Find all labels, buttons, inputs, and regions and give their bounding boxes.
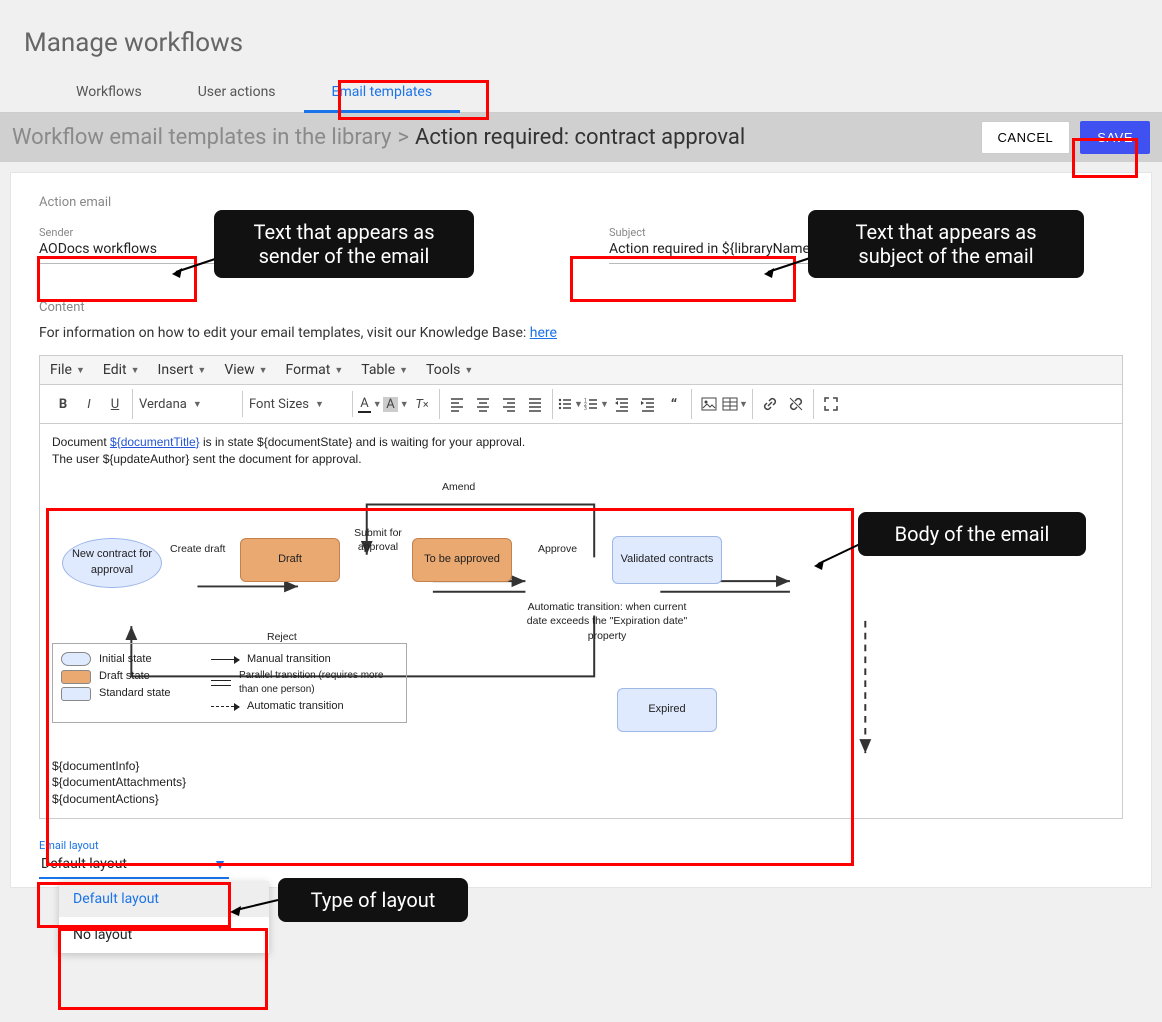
align-left-icon[interactable]: [444, 391, 470, 417]
body-line-2: The user ${updateAuthor} sent the docume…: [52, 451, 1110, 468]
number-list-icon[interactable]: 123▼: [583, 391, 609, 417]
body-line-1: Document ${documentTitle} is in state ${…: [52, 434, 1110, 451]
menu-view[interactable]: View▼: [224, 362, 267, 378]
indent-icon[interactable]: [635, 391, 661, 417]
align-center-icon[interactable]: [470, 391, 496, 417]
unlink-icon[interactable]: [783, 391, 809, 417]
breadcrumb-root[interactable]: Workflow email templates in the library: [12, 125, 391, 150]
tab-user-actions[interactable]: User actions: [170, 72, 304, 112]
text-color-icon[interactable]: A▼: [357, 391, 383, 417]
doc-title-token[interactable]: ${documentTitle}: [110, 435, 200, 449]
breadcrumb-current: Action required: contract approval: [415, 125, 745, 150]
clear-format-icon[interactable]: T×: [409, 391, 435, 417]
bold-icon[interactable]: B: [50, 391, 76, 417]
page-title: Manage workflows: [0, 0, 1162, 72]
help-text: For information on how to edit your emai…: [39, 325, 530, 341]
body-var-2: ${documentAttachments}: [52, 774, 1110, 791]
edge-amend: Amend: [442, 480, 475, 495]
tab-workflows[interactable]: Workflows: [48, 72, 170, 112]
edge-approve: Approve: [538, 542, 577, 557]
link-icon[interactable]: [757, 391, 783, 417]
node-expired: Expired: [617, 688, 717, 732]
fullscreen-icon[interactable]: [818, 391, 844, 417]
italic-icon[interactable]: I: [76, 391, 102, 417]
svg-text:3: 3: [584, 406, 587, 412]
blockquote-icon[interactable]: “: [661, 391, 687, 417]
align-justify-icon[interactable]: [522, 391, 548, 417]
menu-table[interactable]: Table▼: [361, 362, 408, 378]
menu-file[interactable]: File▼: [50, 362, 85, 378]
edge-submit: Submit for approval: [348, 526, 408, 555]
table-icon[interactable]: ▼: [722, 391, 748, 417]
cancel-button[interactable]: CANCEL: [981, 121, 1071, 154]
email-layout-label: Email layout: [39, 839, 229, 852]
node-new-contract: New contract for approval: [62, 538, 162, 588]
node-to-be-approved: To be approved: [412, 538, 512, 582]
email-layout-dropdown: Default layout No layout: [59, 881, 269, 953]
help-link[interactable]: here: [530, 325, 557, 341]
section-label: Action email: [39, 195, 1123, 210]
content-label: Content: [39, 300, 1123, 315]
menu-insert[interactable]: Insert▼: [158, 362, 207, 378]
callout-layout: Type of layout: [278, 878, 468, 922]
breadcrumb: Workflow email templates in the library …: [12, 125, 971, 150]
chevron-down-icon: ▼: [213, 856, 227, 873]
align-right-icon[interactable]: [496, 391, 522, 417]
breadcrumb-sep: >: [397, 125, 409, 150]
node-validated: Validated contracts: [612, 536, 722, 584]
editor-menubar: File▼ Edit▼ Insert▼ View▼ Format▼ Table▼…: [40, 356, 1122, 385]
underline-icon[interactable]: U: [102, 391, 128, 417]
callout-sender: Text that appears as sender of the email: [214, 210, 474, 278]
editor-toolbar: B I U Verdana▼ Font Sizes▼ A▼ A▼ T×: [40, 385, 1122, 424]
highlight-color-icon[interactable]: A▼: [383, 391, 409, 417]
diagram-legend: Initial state Draft state Standard state…: [52, 643, 407, 724]
image-icon[interactable]: [696, 391, 722, 417]
menu-edit[interactable]: Edit▼: [103, 362, 140, 378]
callout-body: Body of the email: [858, 512, 1086, 556]
outdent-icon[interactable]: [609, 391, 635, 417]
font-size-select[interactable]: Font Sizes▼: [243, 391, 353, 417]
email-layout-value: Default layout: [41, 856, 127, 872]
pointer-body: [812, 542, 862, 570]
subheader: Workflow email templates in the library …: [0, 113, 1162, 162]
editor: File▼ Edit▼ Insert▼ View▼ Format▼ Table▼…: [39, 355, 1123, 819]
body-var-3: ${documentActions}: [52, 791, 1110, 808]
tabs: Workflows User actions Email templates: [0, 72, 1162, 113]
tab-email-templates[interactable]: Email templates: [304, 72, 461, 112]
auto-transition-text: Automatic transition: when current date …: [522, 600, 692, 644]
pointer-sender: [170, 254, 220, 278]
menu-format[interactable]: Format▼: [286, 362, 344, 378]
email-layout-field: Email layout Default layout ▼ Default la…: [39, 839, 229, 879]
email-layout-select[interactable]: Default layout ▼: [39, 852, 229, 879]
bullet-list-icon[interactable]: ▼: [557, 391, 583, 417]
save-button[interactable]: SAVE: [1080, 121, 1150, 154]
edge-create-draft: Create draft: [170, 542, 225, 557]
node-draft: Draft: [240, 538, 340, 582]
layout-option-none[interactable]: No layout: [59, 917, 269, 953]
content-section: Content For information on how to edit y…: [39, 300, 1123, 879]
subject-label: Subject: [609, 226, 839, 239]
callout-subject: Text that appears as subject of the emai…: [808, 210, 1084, 278]
app-root: Manage workflows Workflows User actions …: [0, 0, 1162, 1022]
pointer-subject: [762, 254, 812, 278]
editor-body[interactable]: Document ${documentTitle} is in state ${…: [40, 424, 1122, 818]
font-family-select[interactable]: Verdana▼: [133, 391, 243, 417]
help-line: For information on how to edit your emai…: [39, 325, 1123, 341]
menu-tools[interactable]: Tools▼: [426, 362, 473, 378]
body-var-1: ${documentInfo}: [52, 758, 1110, 775]
pointer-layout: [228, 896, 280, 916]
